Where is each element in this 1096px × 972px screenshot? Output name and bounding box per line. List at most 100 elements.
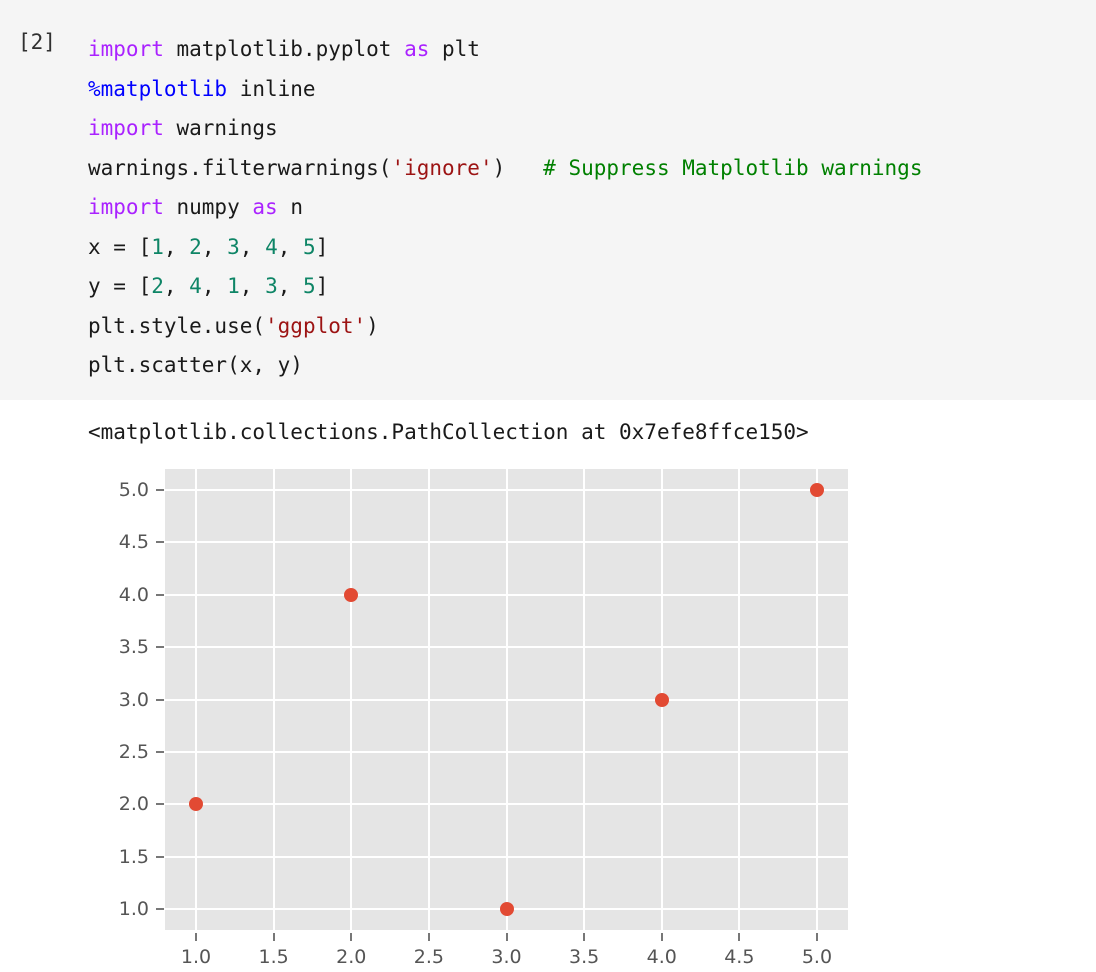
code-token: , (163, 234, 190, 259)
code-token: %matplotlib (88, 76, 228, 101)
y-axis-tick-label: 2.0 (118, 793, 149, 816)
gridline-vertical (583, 469, 586, 930)
x-axis-tick-label: 3.5 (569, 946, 600, 968)
y-axis-tick-mark (156, 750, 164, 753)
code-line: warnings.filterwarnings('ignore') # Supp… (88, 149, 922, 189)
code-token: 'ggplot' (265, 313, 367, 338)
code-token: inline (227, 76, 316, 101)
gridline-vertical (738, 469, 741, 930)
code-token: , (239, 234, 266, 259)
y-axis-tick-mark (156, 908, 164, 911)
x-axis-tick-label: 4.0 (646, 946, 677, 968)
x-axis-tick-label: 1.5 (258, 946, 289, 968)
code-token: # Suppress Matplotlib warnings (543, 155, 923, 180)
code-line: plt.scatter(x, y) (88, 346, 922, 386)
x-axis-tick-mark (815, 933, 818, 941)
x-axis-tick-label: 5.0 (801, 946, 833, 968)
code-token: 4 (265, 234, 278, 259)
code-token: 5 (303, 234, 316, 259)
code-token: 2 (189, 234, 202, 259)
x-axis-tick-mark (427, 933, 430, 941)
gridline-vertical (505, 469, 508, 930)
y-axis-tick-mark (156, 488, 164, 491)
gridline-vertical (815, 469, 818, 930)
code-token: ) (492, 155, 544, 180)
code-token: 5 (303, 274, 316, 298)
x-axis-tick-mark (583, 933, 586, 941)
code-token: import (88, 195, 164, 219)
code-token: ) (366, 313, 379, 338)
x-axis-tick-mark (350, 933, 353, 941)
code-token: ] (315, 274, 329, 298)
x-axis-tick-mark (738, 933, 741, 941)
code-token: 4 (189, 274, 202, 298)
y-axis-tick-mark (156, 646, 164, 649)
gridline-vertical (427, 469, 430, 930)
code-token: plt.style.use( (88, 313, 266, 338)
x-axis-tick-label: 2.0 (336, 946, 367, 968)
code-token: import (88, 37, 164, 61)
code-editor[interactable]: import matplotlib.pyplot as plt %matplotl… (88, 30, 922, 386)
x-axis-tick-mark (272, 933, 275, 941)
code-token: import (88, 116, 164, 140)
scatter-point (809, 482, 824, 497)
x-axis-tick-label: 1.0 (180, 946, 212, 968)
code-token: 3 (227, 234, 240, 259)
code-token: , (277, 234, 304, 259)
scatter-point (344, 587, 359, 602)
gridline-vertical (350, 469, 353, 930)
scatter-point (499, 902, 514, 917)
code-line: %matplotlib inline (88, 70, 922, 110)
code-token: ] (315, 234, 329, 259)
execution-count-prompt: [2] (18, 30, 56, 54)
code-token: numpy (163, 195, 253, 219)
y-axis-tick-label: 1.0 (118, 898, 149, 921)
plot-axes-area (165, 469, 848, 930)
scatter-point (654, 692, 669, 707)
code-token: warnings (163, 116, 278, 140)
code-token: , (201, 234, 228, 259)
x-axis-tick-label: 3.0 (491, 946, 522, 968)
code-token: , (277, 274, 304, 298)
code-token: y = [ (88, 274, 152, 298)
code-token: x = [ (88, 234, 152, 259)
output-repr-text: <matplotlib.collections.PathCollection a… (88, 420, 809, 444)
code-cell[interactable]: [2] import matplotlib.pyplot as plt %matp… (0, 0, 1096, 400)
code-token: 1 (151, 234, 164, 259)
code-line: import matplotlib.pyplot as plt (88, 30, 922, 70)
y-axis-tick-label: 2.5 (118, 740, 149, 763)
y-axis-tick-label: 3.5 (118, 636, 149, 659)
x-axis-tick-mark (660, 933, 663, 941)
code-token: plt (429, 37, 480, 61)
y-axis-tick-label: 1.5 (118, 845, 149, 868)
y-axis-tick-mark (156, 593, 164, 596)
code-line: x = [1, 2, 3, 4, 5] (88, 228, 922, 268)
code-line: plt.style.use('ggplot') (88, 307, 922, 347)
matplotlib-figure: 1.0 1.5 2.0 2.5 3.0 3.5 4.0 4.5 5.0 1.0 1.5 2.0 2.5… (0, 455, 1096, 972)
code-token: 2 (151, 274, 164, 298)
code-token: 1 (227, 274, 240, 298)
code-token: , (239, 274, 266, 298)
y-axis-tick-label: 4.5 (118, 531, 149, 554)
code-token: warnings.filterwarnings( (88, 155, 392, 180)
gridline-vertical (195, 469, 198, 930)
y-axis-tick-mark (156, 855, 164, 858)
code-token: n (277, 195, 303, 219)
gridline-vertical (272, 469, 275, 930)
y-axis-tick-label: 4.0 (118, 583, 149, 606)
x-axis-tick-mark (505, 933, 508, 941)
y-axis-tick-mark (156, 698, 164, 701)
code-token: , (163, 274, 190, 298)
x-axis-tick-mark (195, 933, 198, 941)
code-line: import numpy as n (88, 188, 922, 228)
code-token: as (252, 195, 278, 219)
code-token: 'ignore' (391, 155, 493, 180)
y-axis-tick-mark (156, 541, 164, 544)
code-token: 3 (265, 274, 278, 298)
y-axis-tick-mark (156, 803, 164, 806)
code-token: , (201, 274, 228, 298)
code-line: import warnings (88, 109, 922, 149)
code-token: matplotlib.pyplot (163, 37, 405, 61)
code-token: plt.scatter(x, y) (88, 353, 303, 377)
y-axis-tick-label: 5.0 (118, 478, 149, 501)
